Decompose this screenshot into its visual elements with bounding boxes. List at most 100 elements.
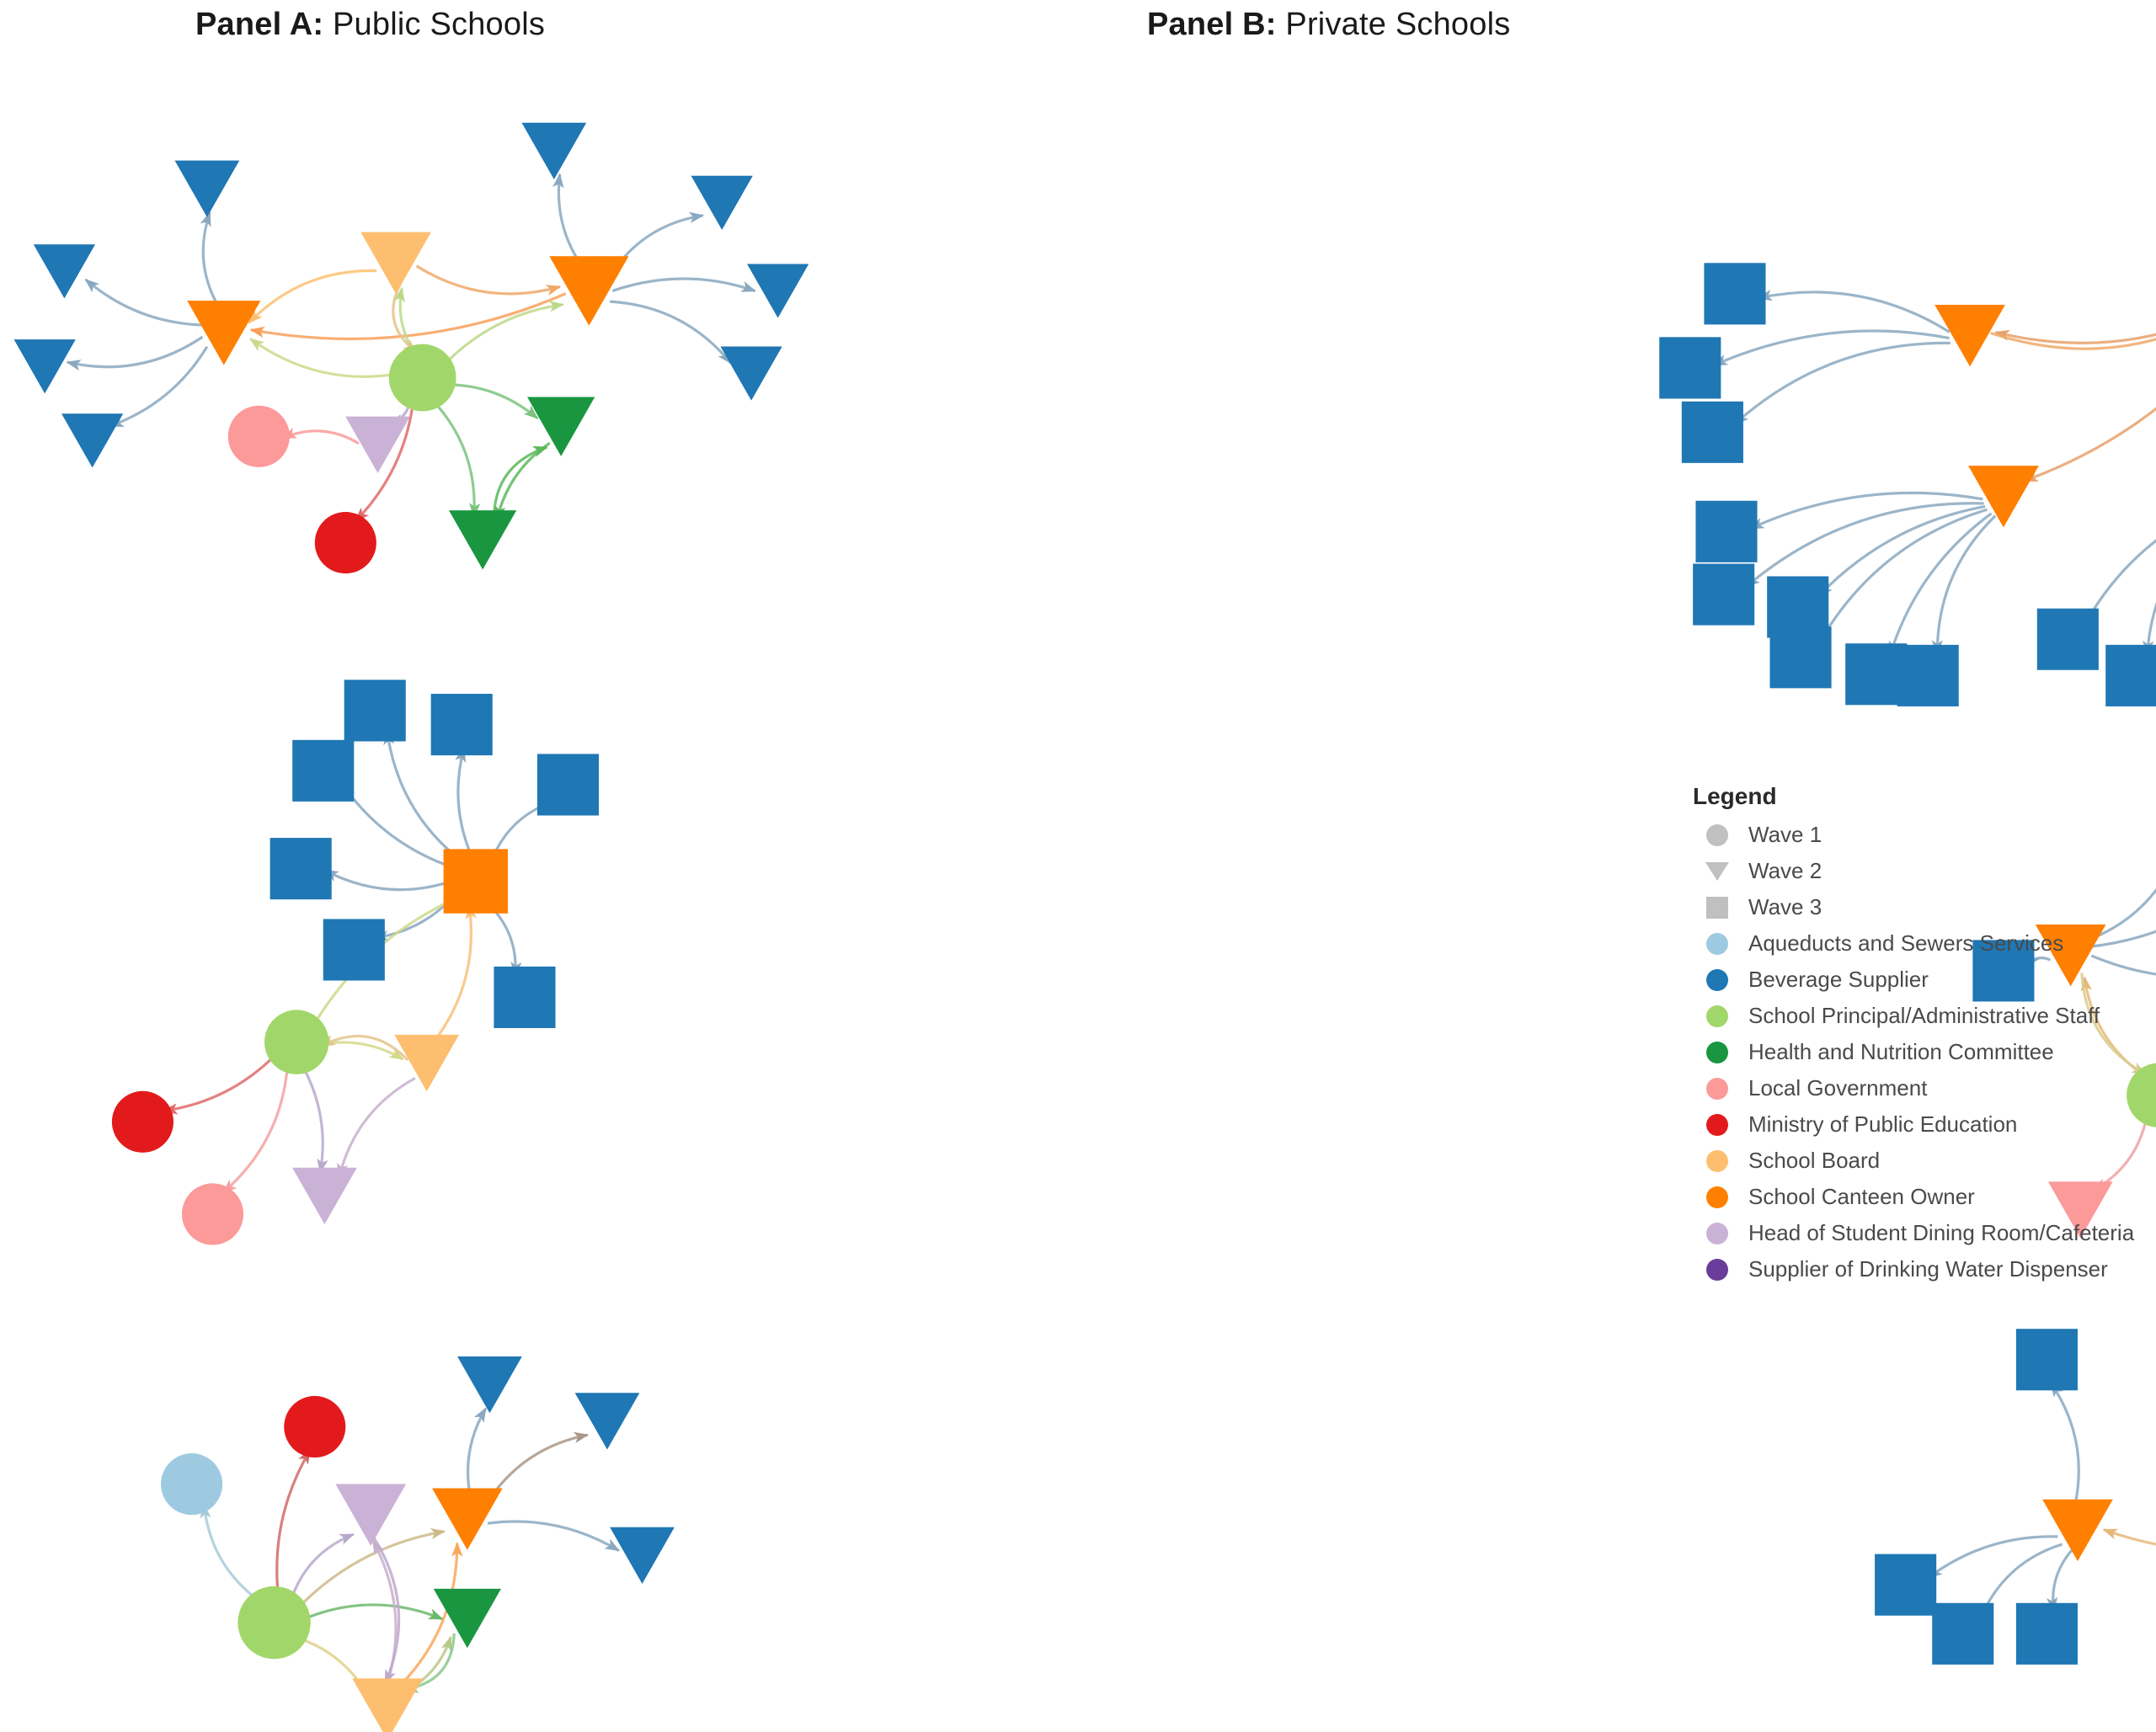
graph-node[interactable] bbox=[13, 339, 76, 394]
graph-edge bbox=[373, 890, 460, 942]
graph-node[interactable] bbox=[2042, 1499, 2113, 1562]
graph-node[interactable] bbox=[457, 1356, 522, 1414]
graph-node[interactable] bbox=[747, 264, 809, 318]
legend-item: Health and Nutrition Committee bbox=[1684, 1034, 2156, 1070]
graph-node[interactable] bbox=[284, 1395, 346, 1458]
edge-layer bbox=[200, 1407, 621, 1695]
node-layer bbox=[161, 1356, 675, 1732]
graph-node[interactable] bbox=[292, 1167, 357, 1225]
graph-edge bbox=[248, 269, 377, 324]
graph-node[interactable] bbox=[430, 693, 493, 756]
graph-edge bbox=[341, 783, 461, 871]
graph-node[interactable] bbox=[527, 397, 595, 456]
graph-node[interactable] bbox=[574, 1393, 640, 1450]
legend-item: Aqueducts and Sewers Services bbox=[1684, 925, 2156, 962]
graph-edge bbox=[299, 1061, 328, 1175]
legend-item-label: Wave 2 bbox=[1748, 858, 1822, 883]
graph-edge bbox=[1745, 502, 1984, 588]
graph-edge bbox=[84, 278, 204, 327]
legend-swatch-circle-icon bbox=[1705, 1040, 1730, 1065]
graph-node[interactable] bbox=[1659, 337, 1721, 399]
graph-node[interactable] bbox=[720, 346, 782, 401]
legend-swatch-circle-icon bbox=[1705, 1076, 1730, 1101]
legend-swatch-circle-icon bbox=[1705, 1257, 1730, 1282]
graph-node[interactable] bbox=[237, 1585, 311, 1660]
graph-node[interactable] bbox=[174, 160, 240, 217]
graph-node[interactable] bbox=[691, 175, 753, 230]
graph-node[interactable] bbox=[549, 256, 629, 326]
graph-node[interactable] bbox=[323, 919, 385, 981]
legend-item-label: School Board bbox=[1748, 1148, 1881, 1173]
graph-edge bbox=[482, 898, 522, 977]
graph-node[interactable] bbox=[187, 301, 261, 365]
graph-node[interactable] bbox=[2105, 644, 2156, 706]
graph-node[interactable] bbox=[344, 679, 406, 742]
graph-node[interactable] bbox=[433, 1588, 501, 1649]
graph-node[interactable] bbox=[360, 232, 431, 294]
graph-node[interactable] bbox=[33, 244, 96, 299]
private-school-network-3 bbox=[1875, 1329, 2156, 1665]
graph-edge bbox=[2084, 539, 2156, 625]
graph-edge bbox=[1817, 504, 1986, 597]
panel-a-prefix: Panel A: bbox=[195, 7, 324, 42]
legend-swatch-circle-icon bbox=[1705, 1004, 1730, 1029]
graph-edge bbox=[466, 1407, 488, 1500]
graph-node[interactable] bbox=[1932, 1602, 1994, 1665]
graph-node[interactable] bbox=[536, 754, 600, 816]
graph-node[interactable] bbox=[335, 1484, 407, 1546]
graph-node[interactable] bbox=[161, 1453, 223, 1516]
graph-node[interactable] bbox=[314, 512, 376, 574]
graph-node[interactable] bbox=[1695, 500, 1758, 562]
graph-node[interactable] bbox=[1693, 563, 1755, 626]
graph-edge bbox=[1990, 331, 2156, 350]
legend-item-label: School Principal/Administrative Staff bbox=[1748, 1003, 2100, 1028]
graph-node[interactable] bbox=[1968, 466, 2039, 528]
graph-node[interactable] bbox=[449, 510, 517, 570]
graph-node[interactable] bbox=[1845, 643, 1908, 706]
graph-node[interactable] bbox=[2015, 1329, 2078, 1391]
graph-node[interactable] bbox=[494, 966, 556, 1029]
graph-node[interactable] bbox=[181, 1183, 244, 1245]
graph-node[interactable] bbox=[1875, 1553, 1937, 1616]
graph-edge bbox=[1733, 341, 1951, 425]
graph-node[interactable] bbox=[1704, 263, 1766, 325]
legend-item: Beverage Supplier bbox=[1684, 962, 2156, 998]
public-school-network-1 bbox=[13, 122, 809, 574]
legend-swatch-circle-icon bbox=[1705, 967, 1730, 993]
graph-edge bbox=[2046, 1549, 2073, 1612]
panel-b-title: Panel B: Private Schools bbox=[1147, 7, 1510, 43]
graph-edge bbox=[429, 396, 481, 519]
graph-edge bbox=[1979, 1543, 2063, 1619]
graph-node[interactable] bbox=[443, 849, 509, 914]
graph-edge bbox=[291, 1634, 368, 1695]
legend-item: Ministry of Public Education bbox=[1684, 1106, 2156, 1143]
graph-node[interactable] bbox=[270, 838, 332, 900]
graph-edge bbox=[488, 801, 553, 867]
graph-edge bbox=[400, 1635, 452, 1695]
graph-node[interactable] bbox=[264, 1010, 329, 1074]
graph-node[interactable] bbox=[521, 122, 587, 180]
graph-edge bbox=[440, 301, 565, 370]
graph-node[interactable] bbox=[388, 344, 456, 412]
graph-node[interactable] bbox=[394, 1034, 460, 1092]
graph-node[interactable] bbox=[111, 1090, 173, 1153]
graph-node[interactable] bbox=[2036, 608, 2099, 670]
legend-item-label: Wave 3 bbox=[1748, 894, 1822, 919]
legend-swatch-circle-icon bbox=[1705, 1221, 1730, 1246]
graph-node[interactable] bbox=[61, 413, 124, 468]
graph-node[interactable] bbox=[227, 405, 290, 467]
node-layer bbox=[13, 122, 809, 574]
graph-edge bbox=[293, 1527, 446, 1613]
graph-node[interactable] bbox=[1897, 644, 1959, 706]
graph-node[interactable] bbox=[2015, 1602, 2078, 1665]
graph-node[interactable] bbox=[1767, 576, 1829, 638]
graph-node[interactable] bbox=[610, 1527, 675, 1584]
graph-node[interactable] bbox=[1769, 626, 1832, 689]
graph-node[interactable] bbox=[431, 1488, 503, 1550]
legend-swatch-circle-icon bbox=[1705, 1148, 1730, 1174]
graph-node[interactable] bbox=[292, 739, 355, 802]
graph-node[interactable] bbox=[1681, 401, 1743, 463]
graph-node[interactable] bbox=[345, 416, 410, 473]
graph-node[interactable] bbox=[1935, 305, 2005, 367]
graph-node[interactable] bbox=[352, 1678, 424, 1732]
